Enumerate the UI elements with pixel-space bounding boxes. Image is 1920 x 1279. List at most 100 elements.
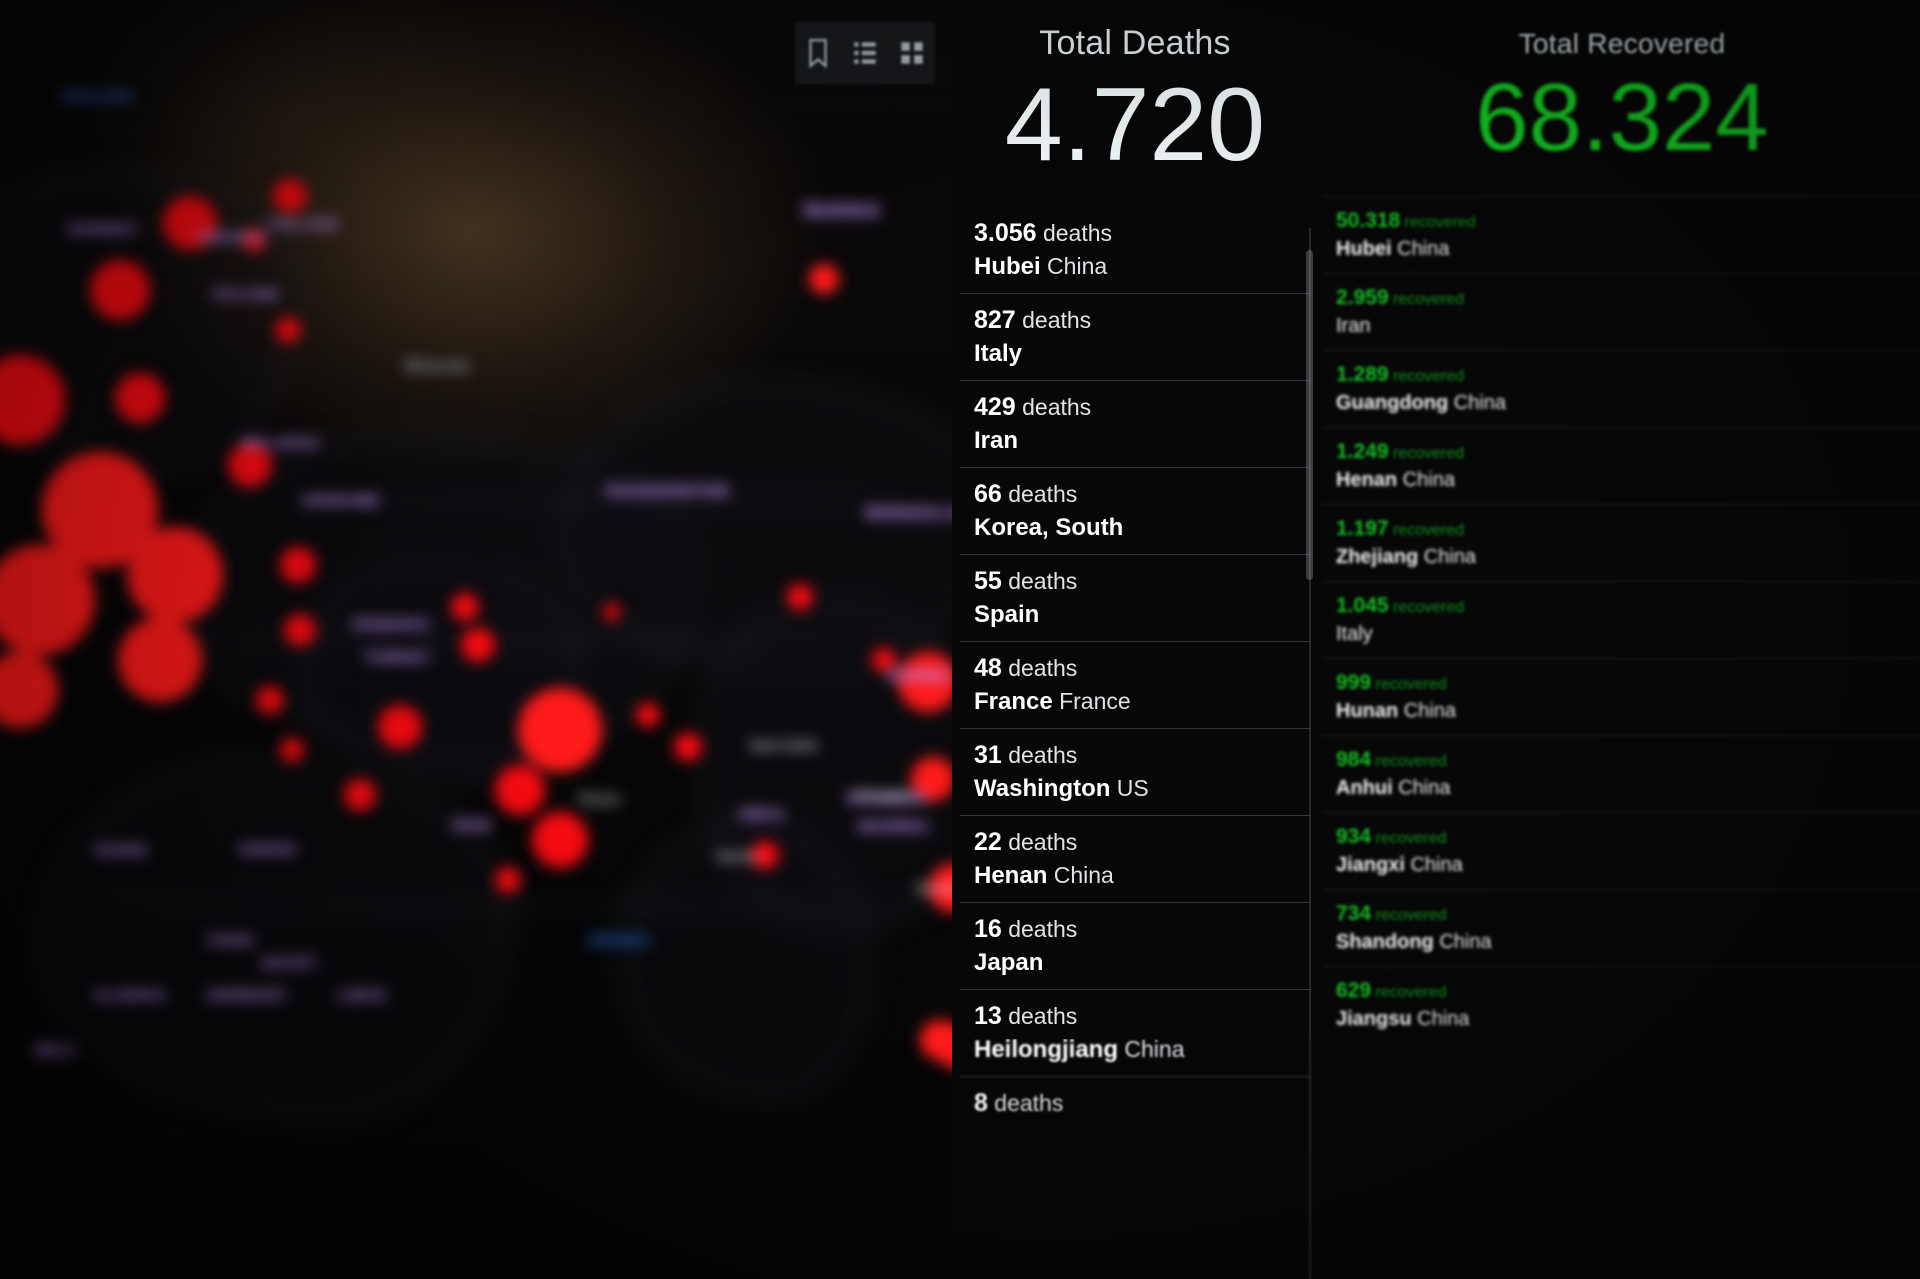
list-item-count: 429 xyxy=(974,393,1016,421)
list-item[interactable]: 629 recovered Jiangsu China xyxy=(1322,966,1920,1043)
list-item-country: China xyxy=(1391,238,1450,260)
map-region-label: NIGER xyxy=(96,842,148,858)
list-item-count: 66 xyxy=(974,480,1002,508)
list-item[interactable]: 50.318 recovered Hubei China xyxy=(1322,196,1920,273)
list-item[interactable]: 31 deaths Washington US xyxy=(960,728,1310,815)
case-marker-dot[interactable] xyxy=(495,765,545,815)
total-deaths-value: 4.720 xyxy=(1004,67,1266,183)
case-marker-dot[interactable] xyxy=(809,264,839,294)
case-marker-dot[interactable] xyxy=(787,584,813,610)
list-item[interactable]: 16 deaths Japan xyxy=(960,902,1310,989)
list-item[interactable]: 934 recovered Jiangxi China xyxy=(1322,812,1920,889)
list-item-region: Spain xyxy=(974,601,1040,628)
case-marker-dot[interactable] xyxy=(495,867,521,893)
case-marker-dot[interactable] xyxy=(636,703,660,727)
bookmark-icon[interactable] xyxy=(805,38,831,68)
case-marker-dot[interactable] xyxy=(920,1020,952,1060)
map-view-toolbar[interactable] xyxy=(795,22,935,84)
list-item-country: China xyxy=(1411,1008,1470,1030)
map-region-label: Wuhan xyxy=(716,848,760,864)
list-item-count: 827 xyxy=(974,306,1016,334)
list-item-count-line: 429 deaths xyxy=(974,393,1310,422)
list-item[interactable]: 429 deaths Iran xyxy=(960,380,1310,467)
total-deaths-title: Total Deaths xyxy=(1039,24,1231,62)
case-marker-dot[interactable] xyxy=(451,593,479,621)
deaths-list-scrollbar[interactable] xyxy=(1306,250,1313,580)
list-item-count-line: 8 deaths xyxy=(974,1089,1310,1118)
list-item-unit: deaths xyxy=(1015,307,1092,333)
list-item-location-line: Henan China xyxy=(974,862,1310,890)
list-item-unit: recovered xyxy=(1371,676,1447,693)
list-item[interactable]: 13 deaths Heilongjiang China xyxy=(960,989,1310,1076)
case-marker-dot[interactable] xyxy=(127,527,223,623)
case-marker-dot[interactable] xyxy=(284,614,316,646)
map-region-label: ICELAND xyxy=(62,88,134,104)
case-marker-dot[interactable] xyxy=(90,260,150,320)
case-marker-dot[interactable] xyxy=(275,317,301,343)
case-marker-dot[interactable] xyxy=(0,355,65,445)
list-item-count: 3.056 xyxy=(974,219,1037,247)
case-marker-dot[interactable] xyxy=(518,688,602,772)
case-marker-dot[interactable] xyxy=(118,618,202,702)
list-item-region: Korea, South xyxy=(974,514,1124,541)
map-region-label: SUDAN xyxy=(239,841,297,857)
case-marker-dot[interactable] xyxy=(603,603,621,621)
list-item-location-line: Spain xyxy=(974,601,1310,629)
list-item[interactable]: 66 deaths Korea, South xyxy=(960,467,1310,554)
list-item-count-line: 1.045 recovered xyxy=(1336,594,1920,618)
case-marker-dot[interactable] xyxy=(115,373,165,423)
case-marker-dot[interactable] xyxy=(461,628,495,662)
case-marker-dot[interactable] xyxy=(344,779,376,811)
list-item[interactable]: 999 recovered Hunan China xyxy=(1322,658,1920,735)
list-item[interactable]: 1.197 recovered Zhejiang China xyxy=(1322,504,1920,581)
case-marker-dot[interactable] xyxy=(256,686,284,714)
list-item[interactable]: 1.045 recovered Italy xyxy=(1322,581,1920,658)
list-item-region: Shandong xyxy=(1336,931,1434,953)
list-item[interactable]: 1.289 recovered Guangdong China xyxy=(1322,350,1920,427)
list-item[interactable]: 984 recovered Anhui China xyxy=(1322,735,1920,812)
map-region-label: Tehran xyxy=(577,791,621,807)
list-item-count-line: 31 deaths xyxy=(974,741,1310,770)
case-marker-dot[interactable] xyxy=(0,652,58,728)
list-item-location-line: Iran xyxy=(1336,315,1920,338)
list-item[interactable]: 827 deaths Italy xyxy=(960,293,1310,380)
world-map-panel[interactable]: RUSSIA MONGOLIA CHINA KAZAKHSTAN UKRAINE TURK… xyxy=(0,0,952,1279)
map-region-label: ARABIA xyxy=(588,932,652,948)
list-item[interactable]: 2.959 recovered Iran xyxy=(1322,273,1920,350)
list-item-count-line: 999 recovered xyxy=(1336,671,1920,695)
list-item[interactable]: 8 deaths xyxy=(960,1076,1310,1130)
list-item-count: 934 xyxy=(1336,825,1372,848)
list-item[interactable]: 55 deaths Spain xyxy=(960,554,1310,641)
list-item-location-line: Anhui China xyxy=(1336,777,1920,800)
case-marker-dot[interactable] xyxy=(532,812,588,868)
recovered-by-region-list[interactable]: 50.318 recovered Hubei China 2.959 recover… xyxy=(1322,196,1920,1043)
list-item-count-line: 984 recovered xyxy=(1336,748,1920,772)
list-item-count: 13 xyxy=(974,1002,1002,1030)
case-marker-dot[interactable] xyxy=(674,733,702,761)
map-region-label: CHINA xyxy=(888,666,952,685)
list-item-location-line: France France xyxy=(974,688,1310,716)
list-item-location-line: Jiangsu China xyxy=(1336,1008,1920,1031)
list-item-count-line: 1.197 recovered xyxy=(1336,517,1920,541)
deaths-by-region-list[interactable]: 3.056 deaths Hubei China 827 deaths Italy 42… xyxy=(960,207,1310,1130)
list-item[interactable]: 48 deaths France France xyxy=(960,641,1310,728)
map-region-label: Moscow xyxy=(404,358,470,375)
list-item[interactable]: 3.056 deaths Hubei China xyxy=(960,207,1310,293)
list-item-location-line: Italy xyxy=(1336,623,1920,646)
case-marker-dot[interactable] xyxy=(280,547,316,583)
list-item[interactable]: 734 recovered Shandong China xyxy=(1322,889,1920,966)
list-item[interactable]: 22 deaths Henan China xyxy=(960,815,1310,902)
grid-view-icon[interactable] xyxy=(899,38,925,68)
list-view-icon[interactable] xyxy=(852,38,878,68)
list-item[interactable]: 1.249 recovered Henan China xyxy=(1322,427,1920,504)
list-item-country: China xyxy=(1118,1036,1185,1062)
list-item-location-line: Hubei China xyxy=(1336,238,1920,261)
list-item-unit: recovered xyxy=(1371,830,1447,847)
list-item-unit: deaths xyxy=(1001,568,1078,594)
map-region-label: ALGERIA xyxy=(94,987,168,1003)
case-marker-dot[interactable] xyxy=(378,705,422,749)
case-marker-dot[interactable] xyxy=(280,738,304,762)
list-item-location-line: Heilongjiang China xyxy=(974,1036,1310,1064)
case-marker-dot[interactable] xyxy=(273,179,307,213)
map-region-label: SWEDEN xyxy=(197,229,267,245)
